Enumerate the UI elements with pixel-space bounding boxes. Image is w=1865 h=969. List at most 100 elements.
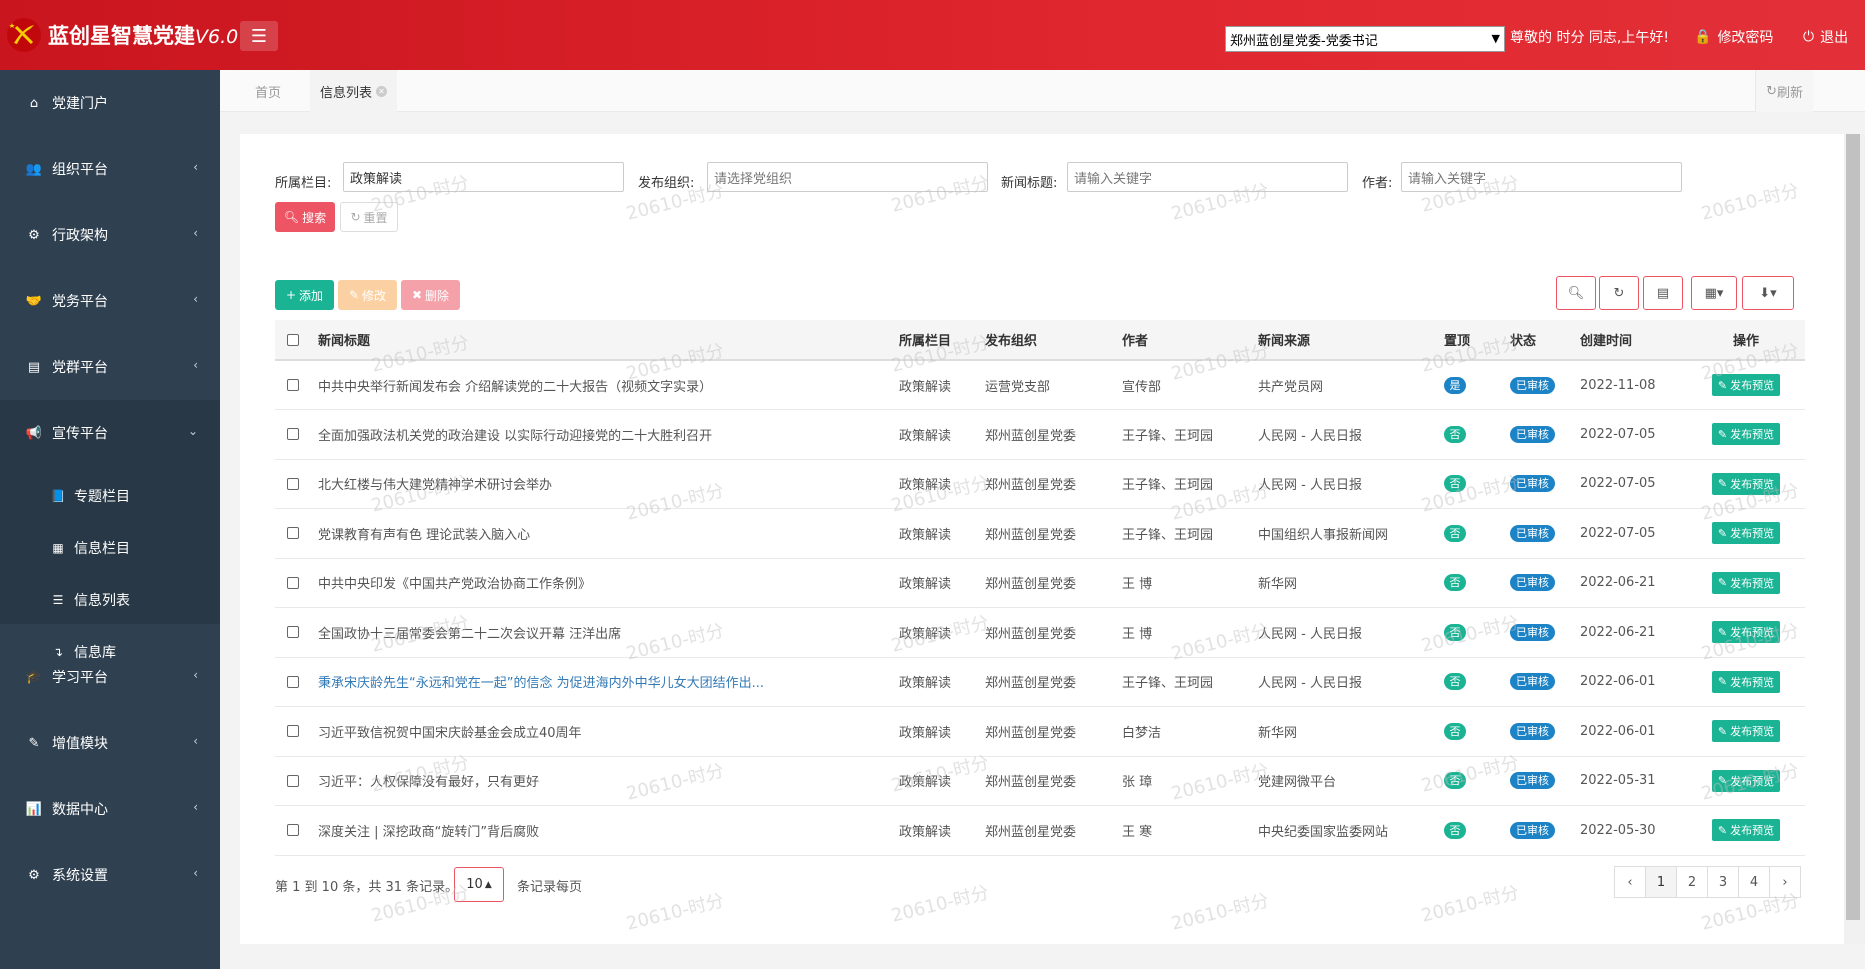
publish-preview-button[interactable]: ✎ 发布预览	[1711, 522, 1781, 545]
news-title-cell[interactable]: 北大红楼与伟大建党精神学术研讨会举办	[318, 459, 899, 509]
scrollbar-thumb[interactable]	[1846, 134, 1860, 920]
header-column[interactable]: 所属栏目	[899, 320, 985, 361]
publish-preview-button[interactable]: ✎ 发布预览	[1711, 720, 1781, 743]
close-icon[interactable]: ✕	[376, 85, 388, 97]
sidebar-item-publicity[interactable]: 📢 宣传平台 ⌄	[0, 400, 220, 466]
refresh-table-button[interactable]: ↻	[1599, 276, 1639, 310]
action-cell: ✎ 发布预览	[1687, 657, 1805, 707]
news-title-cell[interactable]: 全国政协十三届常委会第二十二次会议开幕 汪洋出席	[318, 608, 899, 658]
row-checkbox[interactable]	[287, 576, 299, 589]
select-all-checkbox[interactable]	[287, 333, 299, 346]
search-button[interactable]: 🔍︎ 搜索	[275, 202, 335, 232]
header-org[interactable]: 发布组织	[985, 320, 1122, 361]
org-filter-input[interactable]: 请选择党组织	[707, 162, 988, 192]
publish-preview-button[interactable]: ✎ 发布预览	[1711, 472, 1781, 495]
page-size-select[interactable]: 10 ▲	[454, 867, 504, 902]
row-checkbox[interactable]	[287, 527, 299, 540]
header-top[interactable]: 置顶	[1444, 320, 1510, 361]
table-row[interactable]: 习近平：人权保障没有最好，只有更好 政策解读 郑州蓝创星党委 张 璋 党建网微平台 否 已审…	[275, 756, 1805, 806]
toggle-search-button[interactable]: 🔍︎	[1556, 276, 1596, 310]
publish-preview-button[interactable]: ✎ 发布预览	[1711, 621, 1781, 644]
edit-icon: ✎	[1717, 774, 1728, 788]
delete-button[interactable]: ✖ 删除	[401, 280, 460, 310]
table-row[interactable]: 秉承宋庆龄先生“永远和党在一起”的信念 为促进海内外中华儿女大团结作出... 政策…	[275, 657, 1805, 707]
row-checkbox[interactable]	[287, 675, 299, 688]
row-checkbox[interactable]	[287, 725, 299, 738]
title-filter-input[interactable]: 请输入关键字	[1067, 162, 1348, 192]
org-role-select[interactable]: 郑州蓝创星党委-党委书记 ▼	[1225, 26, 1505, 52]
menu-toggle-button[interactable]: ☰	[240, 21, 278, 51]
news-title-cell[interactable]: 深度关注 | 深挖政商“旋转门”背后腐败	[318, 806, 899, 856]
news-title-cell[interactable]: 全面加强政法机关党的政治建设 以实际行动迎接党的二十大胜利召开	[318, 410, 899, 460]
header-title[interactable]: 新闻标题	[318, 320, 899, 361]
page-next-button[interactable]: ›	[1769, 866, 1801, 898]
table-row[interactable]: 北大红楼与伟大建党精神学术研讨会举办 政策解读 郑州蓝创星党委 王子锋、王珂园 人民网 …	[275, 459, 1805, 509]
page-prev-button[interactable]: ‹	[1614, 866, 1646, 898]
sidebar-item-admin-structure[interactable]: ⚙ 行政架构 ‹	[0, 202, 220, 268]
publish-preview-button[interactable]: ✎ 发布预览	[1711, 819, 1781, 842]
top-badge: 否	[1444, 722, 1466, 740]
table-row[interactable]: 全国政协十三届常委会第二十二次会议开幕 汪洋出席 政策解读 郑州蓝创星党委 王 博 人民…	[275, 608, 1805, 658]
sidebar-item-settings[interactable]: ⚙ 系统设置 ‹	[0, 842, 220, 908]
sidebar-item-data-center[interactable]: 📊 数据中心 ‹	[0, 776, 220, 842]
row-checkbox[interactable]	[287, 379, 299, 391]
top-cell: 否	[1444, 707, 1510, 757]
status-cell: 已审核	[1510, 360, 1580, 410]
table-row[interactable]: 深度关注 | 深挖政商“旋转门”背后腐败 政策解读 郑州蓝创星党委 王 寒 中央纪委国家…	[275, 806, 1805, 856]
row-checkbox[interactable]	[287, 824, 299, 837]
page-4-button[interactable]: 4	[1738, 866, 1770, 898]
sidebar-item-learning[interactable]: 🎓 学习平台 ‹	[0, 644, 220, 710]
author-filter-input[interactable]: 请输入关键字	[1401, 162, 1682, 192]
columns-toggle-button[interactable]: ▦▾	[1691, 276, 1737, 310]
row-checkbox[interactable]	[287, 477, 299, 490]
tab-info-list[interactable]: 信息列表 ✕	[310, 70, 398, 112]
table-row[interactable]: 中共中央举行新闻发布会 介绍解读党的二十大报告（视频文字实录） 政策解读 运营党支部…	[275, 360, 1805, 410]
header-source[interactable]: 新闻来源	[1258, 320, 1444, 361]
header-status[interactable]: 状态	[1510, 320, 1580, 361]
table-row[interactable]: 中共中央印发《中国共产党政治协商工作条例》 政策解读 郑州蓝创星党委 王 博 新华网 否 已…	[275, 558, 1805, 608]
page-3-button[interactable]: 3	[1707, 866, 1739, 898]
column-filter-input[interactable]: 政策解读	[343, 162, 624, 192]
reset-button[interactable]: ↻ 重置	[340, 202, 398, 232]
publish-preview-button[interactable]: ✎ 发布预览	[1711, 423, 1781, 446]
table-row[interactable]: 习近平致信祝贺中国宋庆龄基金会成立40周年 政策解读 郑州蓝创星党委 白梦洁 新华网 否 已…	[275, 707, 1805, 757]
publish-preview-button[interactable]: ✎ 发布预览	[1711, 670, 1781, 693]
export-button[interactable]: ⬇▾	[1742, 276, 1794, 310]
toggle-view-button[interactable]: ▤	[1643, 276, 1683, 310]
news-title-cell[interactable]: 秉承宋庆龄先生“永远和党在一起”的信念 为促进海内外中华儿女大团结作出...	[318, 657, 899, 707]
change-password-link[interactable]: 🔒 修改密码	[1694, 27, 1773, 47]
row-checkbox[interactable]	[287, 774, 299, 787]
table-row[interactable]: 全面加强政法机关党的政治建设 以实际行动迎接党的二十大胜利召开 政策解读 郑州蓝创星…	[275, 410, 1805, 460]
tab-home[interactable]: 首页	[255, 70, 281, 112]
sidebar-subitem-info-list[interactable]: ☰ 信息列表	[0, 574, 220, 626]
sidebar-item-portal[interactable]: ⌂ 党建门户	[0, 70, 220, 136]
news-title-cell[interactable]: 中共中央举行新闻发布会 介绍解读党的二十大报告（视频文字实录）	[318, 360, 899, 410]
page-1-button[interactable]: 1	[1645, 866, 1677, 898]
top-cell: 否	[1444, 756, 1510, 806]
row-checkbox[interactable]	[287, 626, 299, 639]
refresh-tab-button[interactable]: ↻ 刷新	[1755, 70, 1813, 112]
news-title-cell[interactable]: 习近平致信祝贺中国宋庆龄基金会成立40周年	[318, 707, 899, 757]
sidebar-subitem-info-columns[interactable]: ▦ 信息栏目	[0, 522, 220, 574]
header-created[interactable]: 创建时间	[1580, 320, 1687, 361]
publish-preview-button[interactable]: ✎ 发布预览	[1711, 571, 1781, 594]
publish-preview-button[interactable]: ✎ 发布预览	[1711, 374, 1781, 396]
add-button[interactable]: + 添加	[275, 280, 334, 310]
sidebar-item-org-platform[interactable]: 👥 组织平台 ‹	[0, 136, 220, 202]
news-title-cell[interactable]: 习近平：人权保障没有最好，只有更好	[318, 756, 899, 806]
sidebar-item-party-affairs[interactable]: 🤝 党务平台 ‹	[0, 268, 220, 334]
header-author[interactable]: 作者	[1122, 320, 1258, 361]
sidebar-subitem-topics[interactable]: 📘 专题栏目	[0, 470, 220, 522]
publish-preview-label: 发布预览	[1730, 576, 1775, 590]
app-logo[interactable]: 蓝创星智慧党建V6.0	[0, 0, 238, 70]
logout-link[interactable]: ⏻ 退出	[1803, 27, 1848, 47]
sidebar-item-value-added[interactable]: ✎ 增值模块 ‹	[0, 710, 220, 776]
row-checkbox[interactable]	[287, 428, 299, 441]
news-title-cell[interactable]: 中共中央印发《中国共产党政治协商工作条例》	[318, 558, 899, 608]
news-title-cell[interactable]: 党课教育有声有色 理论武装入脑入心	[318, 509, 899, 559]
page-2-button[interactable]: 2	[1676, 866, 1708, 898]
edit-button[interactable]: ✎ 修改	[338, 280, 397, 310]
table-row[interactable]: 党课教育有声有色 理论武装入脑入心 政策解读 郑州蓝创星党委 王子锋、王珂园 中国组织人…	[275, 509, 1805, 559]
publish-preview-button[interactable]: ✎ 发布预览	[1711, 769, 1781, 792]
sidebar-item-party-masses[interactable]: ▤ 党群平台 ‹	[0, 334, 220, 400]
